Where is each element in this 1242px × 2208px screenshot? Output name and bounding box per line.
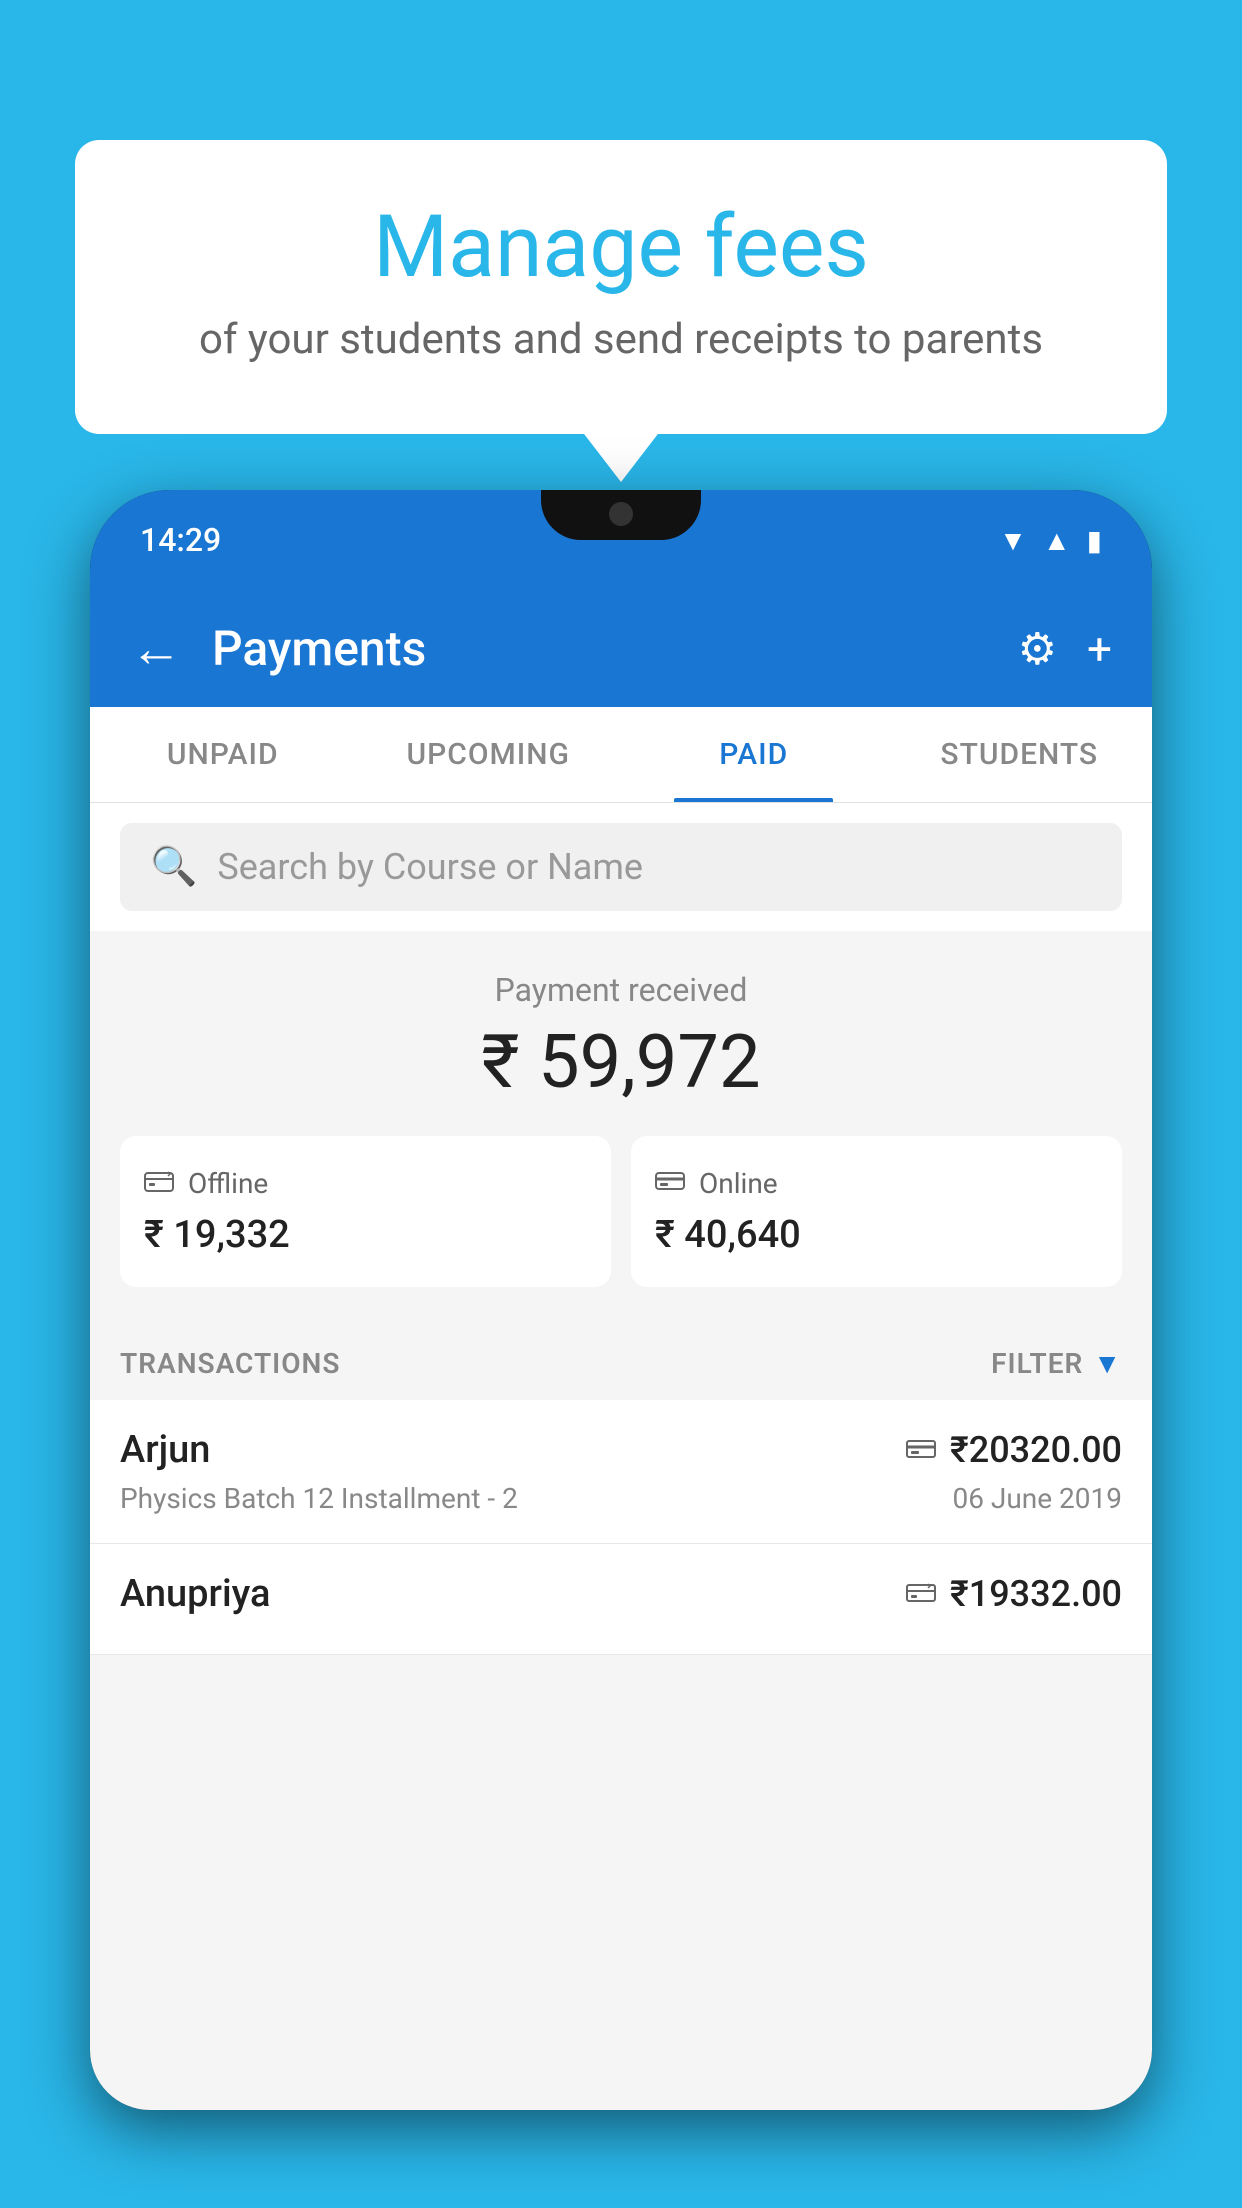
header-actions: ⚙ + [1018,623,1112,675]
phone: 14:29 ▼ ▲ ▮ ← Payments ⚙ + UNPAID UPCOM [90,490,1152,2110]
battery-icon: ▮ [1087,524,1102,557]
transaction-amount-row: ₹20320.00 [906,1429,1122,1471]
signal-icon: ▲ [1043,524,1071,557]
add-button[interactable]: + [1087,623,1112,675]
phone-container: 14:29 ▼ ▲ ▮ ← Payments ⚙ + UNPAID UPCOM [90,490,1152,2208]
filter-button[interactable]: FILTER ▼ [991,1347,1122,1380]
online-card: Online ₹ 40,640 [631,1136,1122,1287]
payment-summary: Payment received ₹ 59,972 [90,931,1152,1317]
filter-icon: ▼ [1093,1347,1122,1380]
offline-icon [144,1166,174,1201]
transaction-row1: Arjun ₹20320.00 [120,1428,1122,1472]
transaction-item-arjun[interactable]: Arjun ₹20320.00 Physics Batch 1 [90,1400,1152,1544]
app-screen: ← Payments ⚙ + UNPAID UPCOMING PAID STUD… [90,590,1152,2110]
transactions-header: TRANSACTIONS FILTER ▼ [90,1317,1152,1400]
filter-label: FILTER [991,1347,1083,1380]
offline-label: Offline [188,1167,268,1200]
status-bar: 14:29 ▼ ▲ ▮ [90,490,1152,590]
search-input[interactable]: Search by Course or Name [217,846,643,888]
search-container: 🔍 Search by Course or Name [90,803,1152,931]
search-icon: 🔍 [150,845,197,889]
wifi-icon: ▼ [999,524,1027,557]
tabs: UNPAID UPCOMING PAID STUDENTS [90,707,1152,803]
transaction-name-anupriya: Anupriya [120,1572,270,1616]
online-card-header: Online [655,1166,1098,1201]
online-payment-icon [906,1431,936,1469]
transaction-amount-anupriya: ₹19332.00 [950,1573,1122,1615]
header-title: Payments [212,620,1018,677]
transaction-amount-row-anupriya: ₹19332.00 [906,1573,1122,1615]
online-icon [655,1166,685,1201]
offline-amount: ₹ 19,332 [144,1213,587,1257]
tab-students[interactable]: STUDENTS [887,707,1153,802]
payment-total-amount: ₹ 59,972 [120,1019,1122,1106]
app-header: ← Payments ⚙ + [90,590,1152,707]
manage-fees-title: Manage fees [155,200,1087,295]
tab-upcoming[interactable]: UPCOMING [356,707,622,802]
transaction-name-arjun: Arjun [120,1428,210,1472]
transaction-row2: Physics Batch 12 Installment - 2 06 June… [120,1482,1122,1515]
transaction-date-arjun: 06 June 2019 [952,1482,1122,1515]
speech-bubble: Manage fees of your students and send re… [75,140,1167,434]
tab-unpaid[interactable]: UNPAID [90,707,356,802]
speech-bubble-container: Manage fees of your students and send re… [75,140,1167,434]
status-icons: ▼ ▲ ▮ [999,524,1102,557]
notch [541,490,701,540]
payment-cards: Offline ₹ 19,332 [120,1136,1122,1287]
transaction-item-anupriya[interactable]: Anupriya ₹19332.00 [90,1544,1152,1655]
back-button[interactable]: ← [130,618,182,679]
search-bar[interactable]: 🔍 Search by Course or Name [120,823,1122,911]
tab-paid[interactable]: PAID [621,707,887,802]
transaction-course-arjun: Physics Batch 12 Installment - 2 [120,1482,518,1515]
transaction-amount-arjun: ₹20320.00 [950,1429,1122,1471]
online-label: Online [699,1167,778,1200]
transaction-row1-anupriya: Anupriya ₹19332.00 [120,1572,1122,1616]
offline-payment-icon [906,1575,936,1613]
offline-card: Offline ₹ 19,332 [120,1136,611,1287]
manage-fees-subtitle: of your students and send receipts to pa… [155,315,1087,364]
camera [609,502,633,526]
online-amount: ₹ 40,640 [655,1213,1098,1257]
payment-received-label: Payment received [120,971,1122,1009]
settings-button[interactable]: ⚙ [1018,623,1057,675]
transactions-label: TRANSACTIONS [120,1347,340,1380]
offline-card-header: Offline [144,1166,587,1201]
